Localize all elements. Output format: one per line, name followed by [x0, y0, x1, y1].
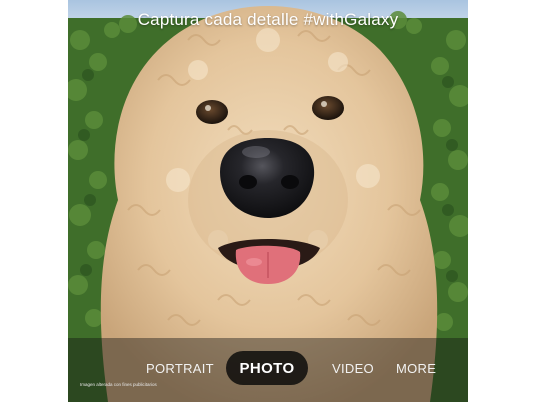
- disclaimer-text: Imagen alterada con fines publicitarios: [80, 382, 157, 387]
- camera-viewfinder[interactable]: Captura cada detalle #withGalaxy PORTRAI…: [68, 0, 468, 402]
- camera-mode-bar: PORTRAIT PHOTO VIDEO MORE: [68, 338, 468, 402]
- mode-photo-label: PHOTO: [239, 360, 295, 377]
- mode-video[interactable]: VIDEO: [332, 361, 374, 376]
- mode-more[interactable]: MORE: [396, 361, 436, 376]
- mode-photo[interactable]: PHOTO: [226, 351, 308, 385]
- mode-portrait[interactable]: PORTRAIT: [146, 361, 214, 376]
- headline-text: Captura cada detalle #withGalaxy: [137, 10, 399, 29]
